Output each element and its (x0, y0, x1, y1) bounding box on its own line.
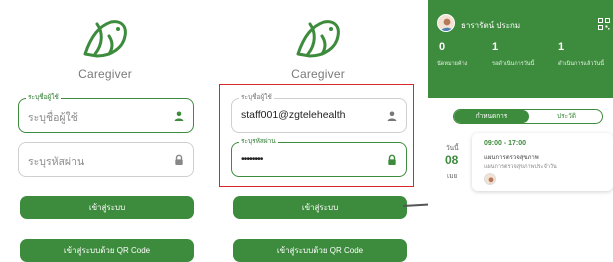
patient-avatar (484, 173, 496, 185)
appointment-subtitle: แผนการตรวจสุขภาพประจำวัน (484, 164, 557, 170)
password-placeholder: ระบุรหัสผ่าน (28, 156, 85, 168)
user-avatar[interactable] (437, 14, 455, 32)
caregiver-logo-icon (83, 20, 127, 58)
appointment-title: แผนการตรวจสุขภาพ (484, 155, 539, 161)
brand-name: Caregiver (291, 67, 345, 81)
stat-today-todo-value: 1 (492, 41, 499, 53)
credentials-highlight-box (219, 84, 414, 187)
login-button[interactable]: เข้าสู่ระบบ (20, 196, 194, 219)
login-button[interactable]: เข้าสู่ระบบ (233, 196, 407, 219)
stat-today-todo-label: รอดำเนินการวันนี้ (492, 61, 535, 67)
patient-avatar-icon (488, 177, 494, 184)
qr-login-button[interactable]: เข้าสู่ระบบด้วย QR Code (233, 239, 407, 262)
username-field[interactable]: ระบุชื่อผู้ใช้ ระบุชื่อผู้ใช้ (18, 93, 194, 133)
dashboard-header: ธารารัตน์ ประกม 0 นัดหมายค้าง 1 รอดำเนิน… (428, 0, 613, 98)
person-icon (174, 111, 184, 121)
stat-today-done-value: 1 (558, 41, 565, 53)
username-placeholder: ระบุชื่อผู้ใช้ (28, 112, 78, 124)
lock-icon (175, 154, 183, 165)
stat-today-done-label: ดำเนินการแล้ววันนี้ (558, 61, 605, 67)
user-name: ธารารัตน์ ประกม (461, 21, 521, 30)
tab-history[interactable]: ประวัติ (529, 110, 602, 123)
dashboard-screen: ธารารัตน์ ประกม 0 นัดหมายค้าง 1 รอดำเนิน… (428, 0, 613, 262)
brand-name: Caregiver (78, 67, 132, 81)
password-field[interactable]: ระบุรหัสผ่าน (18, 142, 194, 177)
stat-pending-label: นัดหมายค้าง (437, 61, 468, 67)
appointment-card[interactable]: 09:00 - 17:00 แผนการตรวจสุขภาพ แผนการตรว… (472, 133, 613, 191)
username-label: ระบุชื่อผู้ใช้ (26, 93, 61, 102)
qr-code-icon[interactable] (598, 18, 610, 30)
user-avatar-icon (440, 18, 454, 31)
qr-login-button[interactable]: เข้าสู่ระบบด้วย QR Code (20, 239, 194, 262)
appointment-time: 09:00 - 17:00 (484, 140, 527, 147)
date-day-number: 08 (445, 153, 459, 167)
login-screen-empty: Caregiver ระบุชื่อผู้ใช้ ระบุชื่อผู้ใช้ … (0, 0, 210, 262)
stat-pending-value: 0 (439, 41, 446, 53)
date-day-label: วันนี้ (446, 145, 459, 152)
caregiver-logo-icon (296, 20, 340, 58)
tab-schedule[interactable]: กำหนดการ (454, 110, 529, 123)
date-month: เมย (447, 173, 458, 180)
schedule-tabs: กำหนดการ ประวัติ (453, 109, 603, 124)
